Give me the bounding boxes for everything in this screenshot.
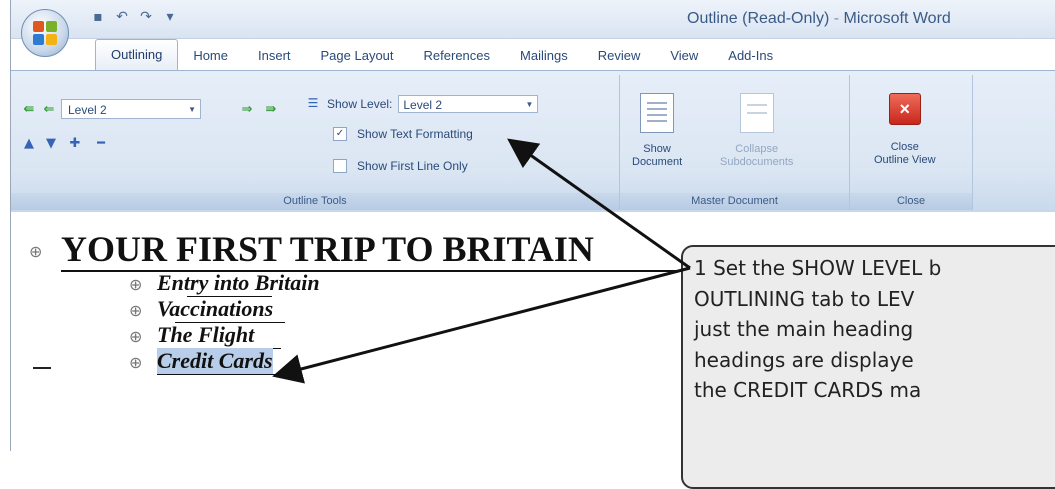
customize-icon[interactable]: ▾	[161, 8, 179, 26]
outline-expand-icon[interactable]: ⊕	[129, 301, 142, 320]
show-first-line-only-option[interactable]: Show First Line Only	[333, 159, 468, 173]
close-outline-view-label-2: Outline View	[874, 154, 936, 166]
office-logo-icon	[33, 21, 57, 45]
show-first-line-only-label: Show First Line Only	[357, 159, 468, 173]
tab-insert[interactable]: Insert	[243, 42, 306, 70]
callout-line: the CREDIT CARDS ma	[694, 378, 922, 402]
close-group-label: Close	[850, 193, 972, 210]
tab-review[interactable]: Review	[583, 42, 656, 70]
end-of-document-marker	[33, 367, 51, 369]
tab-home[interactable]: Home	[178, 42, 243, 70]
title-bar: ▪ ↶ ↷ ▾ Outline (Read-Only) - Microsoft …	[11, 0, 1055, 39]
ribbon: ⇚ ⇐ Level 2 ▼ ⇒ ⇛ ▲ ▼ ✚ ━ ☰ Show Level: …	[11, 70, 1055, 213]
show-document-button[interactable]: Show Document	[632, 93, 682, 169]
window-title: Outline (Read-Only) - Microsoft Word	[687, 10, 951, 28]
close-outline-view-label-1: Close	[890, 141, 919, 153]
show-text-formatting-checkbox[interactable]: ✓	[333, 127, 347, 141]
show-level-select[interactable]: Level 2 ▼	[398, 95, 539, 113]
promote-to-heading-icon[interactable]: ⇚	[19, 99, 39, 119]
quick-access-toolbar: ▪ ↶ ↷ ▾	[89, 8, 179, 26]
instruction-callout: 1 Set the SHOW LEVEL b OUTLINING tab to …	[681, 245, 1055, 489]
office-button[interactable]	[21, 9, 69, 57]
subdocument-icon	[739, 93, 774, 133]
promote-icon[interactable]: ⇐	[39, 99, 59, 119]
expand-icon[interactable]: ✚	[65, 133, 85, 153]
subheading-vaccinations[interactable]: Vaccinations	[157, 296, 273, 322]
show-text-formatting-option[interactable]: ✓ Show Text Formatting	[333, 127, 473, 141]
master-document-group: Show Document Collapse Subdocuments Mast…	[620, 75, 850, 210]
document-title: Outline (Read-Only)	[687, 10, 830, 27]
callout-text: 1 Set the SHOW LEVEL b OUTLINING tab to …	[694, 253, 941, 406]
chevron-down-icon: ▼	[188, 105, 196, 114]
demote-to-body-text-icon[interactable]: ⇛	[261, 99, 281, 119]
save-icon[interactable]: ▪	[89, 8, 107, 26]
collapse-icon[interactable]: ━	[91, 133, 111, 153]
show-first-line-only-checkbox[interactable]	[333, 159, 347, 173]
subheading-underline	[157, 374, 283, 375]
show-level-value: Level 2	[403, 98, 443, 112]
outline-expand-icon[interactable]: ⊕	[29, 242, 42, 261]
callout-line: 1 Set the SHOW LEVEL b	[694, 256, 942, 280]
chevron-down-icon: ▼	[525, 100, 534, 109]
outline-tools-group: ⇚ ⇐ Level 2 ▼ ⇒ ⇛ ▲ ▼ ✚ ━ ☰ Show Level: …	[11, 75, 620, 210]
ribbon-tabs: Outlining Home Insert Page Layout Refere…	[95, 38, 788, 70]
heading-underline	[61, 270, 686, 272]
demote-icon[interactable]: ⇒	[237, 99, 257, 119]
tab-add-ins[interactable]: Add-Ins	[713, 42, 788, 70]
show-text-formatting-label: Show Text Formatting	[357, 127, 473, 141]
show-level-row: Show Level: Level 2 ▼	[327, 95, 539, 113]
tab-outlining[interactable]: Outlining	[95, 39, 179, 70]
outline-expand-icon[interactable]: ⊕	[129, 327, 142, 346]
close-icon: ×	[888, 93, 921, 125]
move-down-icon[interactable]: ▼	[41, 133, 61, 153]
document-icon	[640, 93, 675, 133]
subheading-flight[interactable]: The Flight	[157, 322, 254, 348]
callout-line: OUTLINING tab to LEV	[694, 286, 915, 311]
show-document-label-2: Document	[632, 156, 683, 168]
title-separator: -	[833, 10, 840, 27]
subheading-entry[interactable]: Entry into Britain	[157, 270, 320, 296]
main-heading[interactable]: YOUR FIRST TRIP TO BRITAIN	[61, 228, 594, 270]
master-document-label: Master Document	[620, 193, 849, 210]
outline-expand-icon[interactable]: ⊕	[129, 275, 142, 294]
collapse-subdocuments-label-2: Subdocuments	[720, 156, 794, 168]
app-name: Microsoft Word	[843, 10, 951, 27]
close-group: × Close Outline View Close	[850, 75, 973, 210]
show-level-icon: ☰	[307, 96, 319, 110]
close-outline-view-button[interactable]: × Close Outline View	[874, 93, 936, 167]
tab-page-layout[interactable]: Page Layout	[306, 42, 409, 70]
tab-references[interactable]: References	[409, 42, 505, 70]
undo-icon[interactable]: ↶	[113, 8, 131, 26]
show-level-label: Show Level:	[327, 97, 393, 111]
move-up-icon[interactable]: ▲	[19, 133, 39, 153]
redo-icon[interactable]: ↷	[137, 8, 155, 26]
collapse-subdocuments-label-1: Collapse	[735, 143, 779, 155]
outline-expand-icon[interactable]: ⊕	[129, 353, 142, 372]
tab-mailings[interactable]: Mailings	[505, 42, 583, 70]
outline-level-value: Level 2	[68, 103, 107, 117]
outline-level-select[interactable]: Level 2 ▼	[61, 99, 201, 119]
show-document-label-1: Show	[643, 143, 671, 155]
callout-line: just the main heading	[694, 317, 914, 341]
collapse-subdocuments-button[interactable]: Collapse Subdocuments	[720, 93, 793, 169]
subheading-credit-cards[interactable]: Credit Cards	[157, 348, 273, 374]
callout-line: headings are displaye	[694, 347, 914, 372]
outline-tools-label: Outline Tools	[11, 193, 619, 210]
tab-view[interactable]: View	[655, 42, 713, 70]
